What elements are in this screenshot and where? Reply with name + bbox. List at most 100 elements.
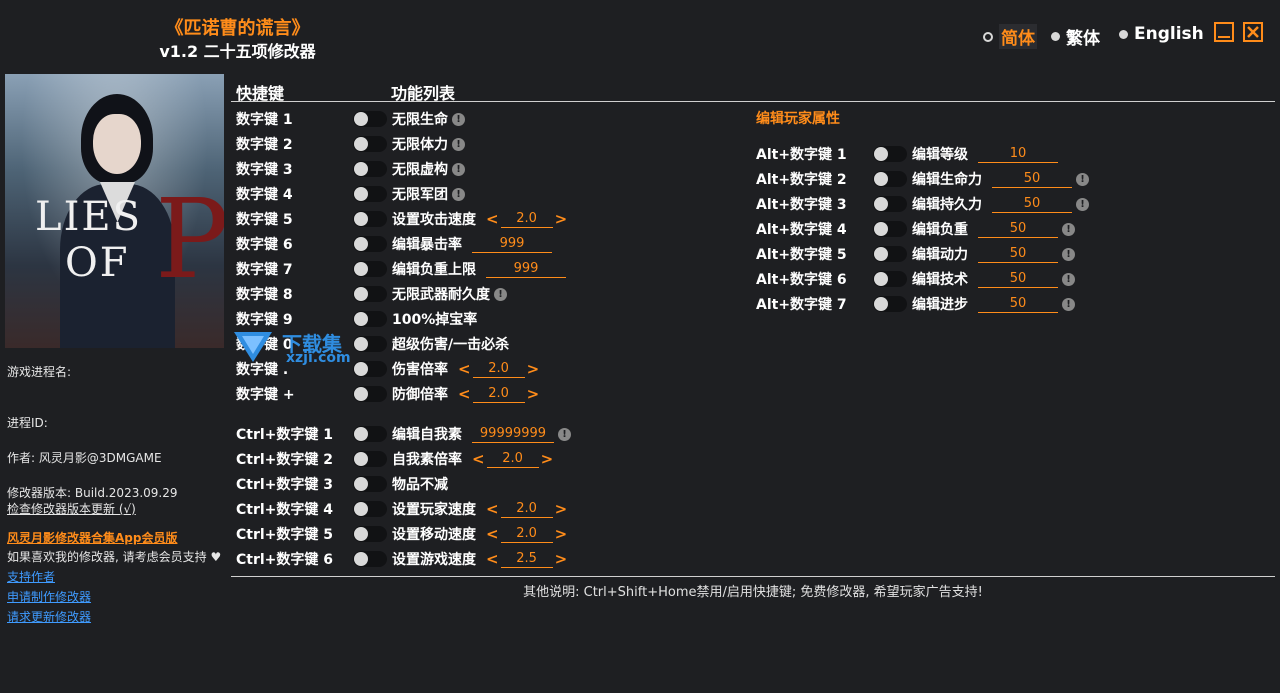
value-input[interactable]: 10 (978, 146, 1058, 163)
minimize-button[interactable] (1214, 22, 1234, 42)
toggle-switch[interactable] (873, 271, 907, 287)
close-button[interactable] (1243, 22, 1263, 42)
hotkey-label: Ctrl+数字键 5 (236, 527, 334, 543)
radio-icon (1051, 32, 1060, 41)
lang-option-traditional[interactable]: 繁体 (1051, 24, 1100, 49)
toggle-switch[interactable] (353, 526, 387, 542)
stepper-value[interactable]: 2.0 (500, 211, 553, 228)
support-author-link[interactable]: 支持作者 (7, 568, 55, 585)
value-input[interactable]: 50 (978, 271, 1058, 288)
toggle-switch[interactable] (353, 186, 387, 202)
toggle-switch[interactable] (353, 426, 387, 442)
info-icon[interactable]: ! (1076, 172, 1089, 186)
lang-option-simplified[interactable]: 简体 (983, 24, 1037, 49)
value-input[interactable]: 99999999 (472, 426, 554, 443)
toggle-switch[interactable] (873, 246, 907, 262)
toggle-knob (354, 502, 368, 516)
toggle-switch[interactable] (353, 311, 387, 327)
toggle-switch[interactable] (873, 146, 907, 162)
decrease-arrow-icon[interactable]: < (486, 500, 499, 518)
stepper-value[interactable]: 2.0 (486, 451, 539, 468)
increase-arrow-icon[interactable]: > (527, 360, 540, 378)
feature-item: 编辑等级 10 (912, 144, 1058, 164)
request-trainer-link[interactable]: 申请制作修改器 (7, 588, 91, 605)
decrease-arrow-icon[interactable]: < (458, 360, 471, 378)
feature-label: 编辑等级 (912, 147, 968, 163)
feature-item: 防御倍率 <2.0 > (392, 384, 539, 404)
toggle-switch[interactable] (353, 236, 387, 252)
toggle-switch[interactable] (353, 211, 387, 227)
info-icon[interactable]: ! (1062, 272, 1075, 286)
increase-arrow-icon[interactable]: > (555, 210, 568, 228)
feature-label: 无限体力 (392, 137, 448, 153)
toggle-knob (354, 287, 368, 301)
info-icon[interactable]: ! (1062, 222, 1075, 236)
toggle-switch[interactable] (353, 451, 387, 467)
toggle-switch[interactable] (873, 221, 907, 237)
toggle-switch[interactable] (353, 261, 387, 277)
decrease-arrow-icon[interactable]: < (486, 210, 499, 228)
feature-item: 编辑技术 50! (912, 269, 1075, 289)
footer-note: 其他说明: Ctrl+Shift+Home禁用/启用快捷键; 免费修改器, 希望… (523, 585, 983, 600)
increase-arrow-icon[interactable]: > (555, 525, 568, 543)
hotkey-label: 数字键 2 (236, 137, 293, 153)
decrease-arrow-icon[interactable]: < (486, 550, 499, 568)
toggle-switch[interactable] (353, 386, 387, 402)
info-icon[interactable]: ! (1062, 297, 1075, 311)
info-icon[interactable]: ! (452, 162, 465, 176)
feature-item: 无限生命! (392, 109, 465, 129)
stepper-value[interactable]: 2.0 (500, 526, 553, 543)
info-icon[interactable]: ! (452, 137, 465, 151)
value-input[interactable]: 50 (978, 221, 1058, 238)
toggle-knob (874, 197, 888, 211)
decrease-arrow-icon[interactable]: < (486, 525, 499, 543)
toggle-switch[interactable] (873, 171, 907, 187)
increase-arrow-icon[interactable]: > (541, 450, 554, 468)
stepper-value[interactable]: 2.0 (500, 501, 553, 518)
feature-item: 编辑动力 50! (912, 244, 1075, 264)
info-icon[interactable]: ! (494, 287, 507, 301)
toggle-switch[interactable] (353, 501, 387, 517)
info-icon[interactable]: ! (452, 187, 465, 201)
info-icon[interactable]: ! (1076, 197, 1089, 211)
feature-item: 自我素倍率 <2.0 > (392, 449, 553, 469)
hotkey-label: 数字键 7 (236, 262, 293, 278)
app-promo-link[interactable]: 风灵月影修改器合集App会员版 (7, 529, 177, 546)
hotkey-label: 数字键 + (236, 387, 295, 403)
toggle-switch[interactable] (353, 161, 387, 177)
stepper-value[interactable]: 2.5 (500, 551, 553, 568)
hotkey-label: 数字键 6 (236, 237, 293, 253)
info-icon[interactable]: ! (452, 112, 465, 126)
info-icon[interactable]: ! (1062, 247, 1075, 261)
value-input[interactable]: 50 (992, 171, 1072, 188)
toggle-switch[interactable] (353, 111, 387, 127)
value-input[interactable]: 50 (992, 196, 1072, 213)
feature-item: 编辑进步 50! (912, 294, 1075, 314)
stepper-value[interactable]: 2.0 (472, 361, 525, 378)
increase-arrow-icon[interactable]: > (555, 550, 568, 568)
toggle-switch[interactable] (353, 136, 387, 152)
value-input[interactable]: 50 (978, 246, 1058, 263)
check-update-link[interactable]: 检查修改器版本更新 (√) (7, 500, 136, 517)
increase-arrow-icon[interactable]: > (555, 500, 568, 518)
toggle-switch[interactable] (873, 196, 907, 212)
value-input[interactable]: 999 (486, 261, 566, 278)
hotkey-label: 数字键 8 (236, 287, 293, 303)
info-icon[interactable]: ! (558, 427, 571, 441)
process-id-label: 进程ID: (7, 416, 48, 430)
toggle-switch[interactable] (353, 476, 387, 492)
toggle-switch[interactable] (353, 551, 387, 567)
stepper-value[interactable]: 2.0 (472, 386, 525, 403)
game-cover-image: LIES OF P (5, 74, 224, 348)
value-input[interactable]: 999 (472, 236, 552, 253)
decrease-arrow-icon[interactable]: < (472, 450, 485, 468)
app-subtitle: v1.2 二十五项修改器 (159, 42, 316, 61)
increase-arrow-icon[interactable]: > (527, 385, 540, 403)
value-input[interactable]: 50 (978, 296, 1058, 313)
lang-option-english[interactable]: English (1119, 24, 1204, 44)
toggle-switch[interactable] (353, 286, 387, 302)
request-update-link[interactable]: 请求更新修改器 (7, 608, 91, 625)
decrease-arrow-icon[interactable]: < (458, 385, 471, 403)
toggle-switch[interactable] (873, 296, 907, 312)
hotkey-label: Alt+数字键 1 (756, 147, 847, 163)
